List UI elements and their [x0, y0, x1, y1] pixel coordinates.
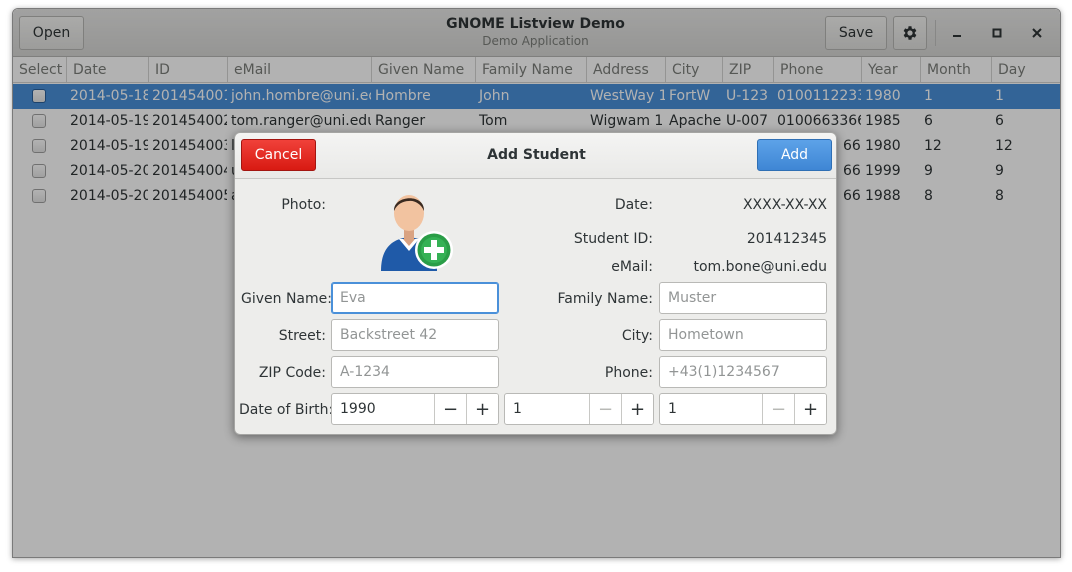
photo-button[interactable]: [375, 189, 457, 275]
family-name-input[interactable]: [659, 282, 827, 314]
dob-month-value[interactable]: 1: [513, 394, 522, 424]
dob-month-decrement-button[interactable]: −: [589, 394, 621, 424]
street-label: Street:: [278, 328, 326, 344]
student-id-label: Student ID:: [573, 231, 653, 247]
dob-year-spinner[interactable]: 1990 − +: [331, 393, 499, 425]
add-person-icon: [381, 195, 453, 271]
dob-day-spinner[interactable]: 1 − +: [659, 393, 827, 425]
dob-day-decrement-button[interactable]: −: [762, 394, 794, 424]
date-value: XXXX-XX-XX: [742, 197, 827, 213]
dob-label: Date of Birth:: [239, 402, 334, 418]
email-label: eMail:: [611, 259, 653, 275]
street-input[interactable]: [331, 319, 499, 351]
given-name-input[interactable]: [331, 282, 499, 314]
photo-label: Photo:: [281, 197, 326, 213]
given-name-label: Given Name:: [241, 291, 332, 307]
dob-year-decrement-button[interactable]: −: [434, 394, 466, 424]
dob-month-spinner[interactable]: 1 − +: [504, 393, 654, 425]
zip-label: ZIP Code:: [258, 365, 326, 381]
phone-input[interactable]: [659, 356, 827, 388]
student-id-value: 201412345: [746, 231, 827, 247]
cancel-button[interactable]: Cancel: [241, 139, 316, 171]
zip-input[interactable]: [331, 356, 499, 388]
date-label: Date:: [614, 197, 653, 213]
family-name-label: Family Name:: [557, 291, 653, 307]
dialog-title: Add Student: [487, 147, 586, 163]
dialog-header: Cancel Add Student Add: [235, 133, 836, 179]
add-button[interactable]: Add: [757, 139, 832, 171]
dob-month-increment-button[interactable]: +: [621, 394, 653, 424]
phone-label: Phone:: [604, 365, 653, 381]
email-value: tom.bone@uni.edu: [693, 259, 827, 275]
dob-day-value[interactable]: 1: [668, 394, 677, 424]
dob-day-increment-button[interactable]: +: [794, 394, 826, 424]
city-input[interactable]: [659, 319, 827, 351]
add-student-dialog: Cancel Add Student Add Photo: Date: XXXX…: [234, 132, 837, 435]
city-label: City:: [621, 328, 653, 344]
dob-year-value[interactable]: 1990: [340, 394, 376, 424]
dob-year-increment-button[interactable]: +: [466, 394, 498, 424]
